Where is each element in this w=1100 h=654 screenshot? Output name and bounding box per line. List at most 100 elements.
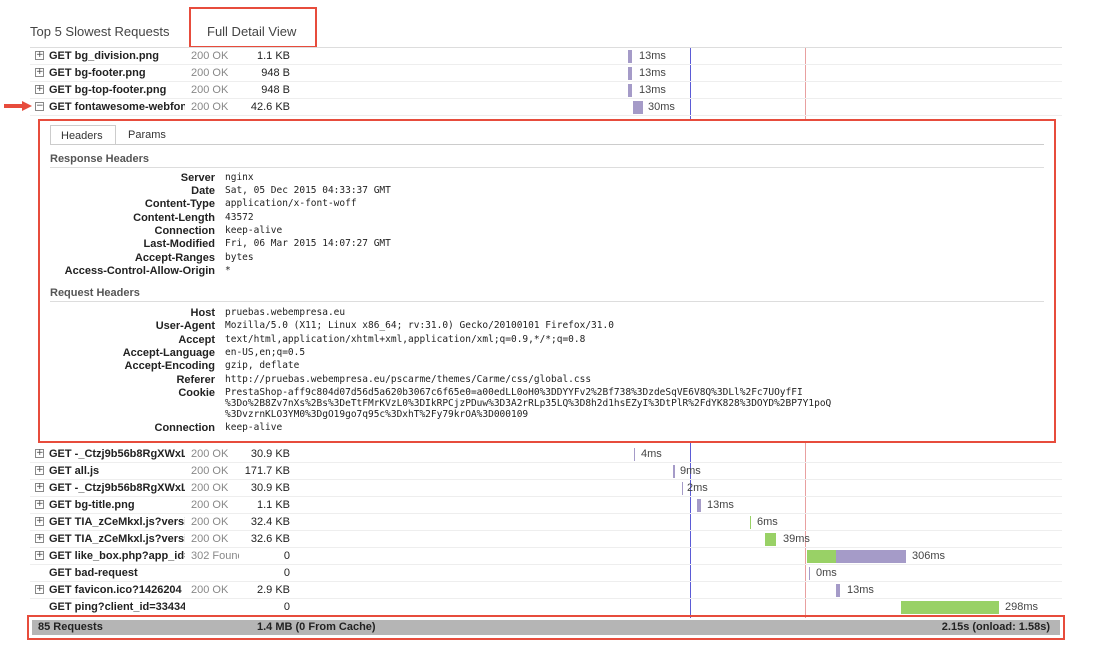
- header-name: Last-Modified: [143, 238, 216, 250]
- request-row[interactable]: + GET bg-title.png 200 OK 1.1 KB 13ms: [30, 497, 1062, 514]
- request-row[interactable]: + GET bg-footer.png 200 OK 948 B 13ms: [30, 65, 1062, 82]
- header-name: Accept-Language: [122, 347, 215, 359]
- request-url: GET bg_division.png: [49, 50, 159, 62]
- request-url: GET all.js: [49, 465, 100, 477]
- request-status: 200 OK: [191, 584, 229, 596]
- timing-bar-receive: [836, 550, 906, 563]
- header-name: Accept-Ranges: [134, 252, 215, 264]
- timing-bar-wait: [807, 550, 836, 563]
- header-value: Sat, 05 Dec 2015 04:33:37 GMT: [225, 185, 391, 196]
- request-size: 0: [283, 550, 290, 562]
- timing-bar: [628, 67, 632, 80]
- request-url: GET fontawesome-webfont.woff: [49, 101, 185, 113]
- header-name: Date: [191, 185, 215, 197]
- expand-icon[interactable]: +: [35, 466, 44, 475]
- request-row[interactable]: + GET bg_division.png 200 OK 1.1 KB 13ms: [30, 48, 1062, 65]
- summary-bar: 85 Requests 1.4 MB (0 From Cache) 2.15s …: [27, 615, 1065, 640]
- expand-icon[interactable]: +: [35, 85, 44, 94]
- request-size: 2.9 KB: [256, 584, 290, 596]
- header-row: Accept-Encoding gzip, deflate: [50, 360, 1044, 373]
- header-value: nginx: [225, 172, 254, 183]
- request-status: 200 OK: [191, 533, 229, 545]
- header-row: Connection keep-alive: [50, 225, 1044, 238]
- request-size: 1.1 KB: [256, 50, 290, 62]
- request-url: GET TIA_zCeMkxl.js?version: [49, 516, 185, 528]
- request-time: 13ms: [639, 84, 666, 96]
- expand-icon[interactable]: +: [35, 534, 44, 543]
- request-time: 13ms: [639, 50, 666, 62]
- header-name: Access-Control-Allow-Origin: [64, 265, 215, 277]
- header-name: Accept: [178, 334, 215, 346]
- tab-top-5-slowest[interactable]: Top 5 Slowest Requests: [30, 24, 169, 39]
- request-headers-title: Request Headers: [50, 287, 140, 299]
- expand-icon[interactable]: +: [35, 449, 44, 458]
- header-value: gzip, deflate: [225, 360, 300, 371]
- request-row[interactable]: + GET -_Ctzj9b56b8RgXWxL 200 OK 30.9 KB …: [30, 446, 1062, 463]
- header-row: Date Sat, 05 Dec 2015 04:33:37 GMT: [50, 185, 1044, 198]
- request-time: 39ms: [783, 533, 810, 545]
- request-time: 13ms: [707, 499, 734, 511]
- header-value: http://pruebas.webempresa.eu/pscarme/the…: [225, 374, 592, 385]
- expand-icon[interactable]: +: [35, 51, 44, 60]
- view-tabs: Top 5 Slowest Requests Full Detail View: [0, 0, 1100, 50]
- expand-icon[interactable]: +: [35, 585, 44, 594]
- summary-bar-background: 85 Requests 1.4 MB (0 From Cache) 2.15s …: [32, 620, 1060, 635]
- request-size: 948 B: [261, 67, 290, 79]
- request-time: 0ms: [816, 567, 837, 579]
- request-size: 42.6 KB: [250, 101, 290, 113]
- request-size: 948 B: [261, 84, 290, 96]
- request-time: 30ms: [648, 101, 675, 113]
- request-url: GET ping?client_id=33434: [49, 601, 185, 613]
- total-timing: 2.15s (onload: 1.58s): [941, 621, 1050, 633]
- request-url: GET bg-title.png: [49, 499, 135, 511]
- header-value: en-US,en;q=0.5: [225, 347, 306, 358]
- header-name: Content-Length: [133, 212, 215, 224]
- request-row[interactable]: + GET favicon.ico?1426204 200 OK 2.9 KB …: [30, 582, 1062, 599]
- expand-icon[interactable]: +: [35, 68, 44, 77]
- request-size: 0: [283, 567, 290, 579]
- pointer-arrow-icon: [4, 101, 32, 111]
- header-row: Server nginx: [50, 172, 1044, 185]
- timing-bar: [901, 601, 999, 614]
- header-row: Referer http://pruebas.webempresa.eu/psca…: [50, 374, 1044, 387]
- timing-bar: [628, 84, 632, 97]
- collapse-icon[interactable]: −: [35, 102, 44, 111]
- header-name: Accept-Encoding: [124, 360, 215, 372]
- request-url: GET bad-request: [49, 567, 138, 579]
- request-url: GET bg-top-footer.png: [49, 84, 167, 96]
- request-row[interactable]: GET bad-request 0 0ms: [30, 565, 1062, 582]
- request-time: 6ms: [757, 516, 778, 528]
- request-row-expanded[interactable]: − GET fontawesome-webfont.woff 200 OK 42…: [30, 99, 1062, 116]
- request-url: GET -_Ctzj9b56b8RgXWxL: [49, 482, 185, 494]
- request-size: 1.1 KB: [256, 499, 290, 511]
- expand-icon[interactable]: +: [35, 517, 44, 526]
- request-url: GET bg-footer.png: [49, 67, 146, 79]
- request-row[interactable]: + GET -_Ctzj9b56b8RgXWxL 200 OK 30.9 KB …: [30, 480, 1062, 497]
- header-row: Accept-Language en-US,en;q=0.5: [50, 347, 1044, 360]
- timing-bar: [809, 567, 810, 580]
- expand-icon[interactable]: +: [35, 483, 44, 492]
- request-size: 0: [283, 601, 290, 613]
- expand-icon[interactable]: +: [35, 551, 44, 560]
- request-row[interactable]: + GET like_box.php?app_id= 302 Found 0 3…: [30, 548, 1062, 565]
- header-name: Referer: [176, 374, 215, 386]
- request-row[interactable]: GET ping?client_id=33434 0 298ms: [30, 599, 1062, 616]
- request-size: 30.9 KB: [250, 448, 290, 460]
- tab-headers[interactable]: Headers: [50, 125, 116, 145]
- request-status: 200 OK: [191, 84, 229, 96]
- tab-params[interactable]: Params: [118, 125, 178, 145]
- timing-bar: [633, 101, 643, 114]
- request-status: 302 Found: [191, 550, 239, 562]
- header-value: pruebas.webempresa.eu: [225, 307, 346, 318]
- timing-bar: [836, 584, 840, 597]
- detail-tabs-divider: [50, 144, 1044, 145]
- request-row[interactable]: + GET bg-top-footer.png 200 OK 948 B 13m…: [30, 82, 1062, 99]
- timing-bar: [750, 516, 751, 529]
- request-row[interactable]: + GET TIA_zCeMkxl.js?version 200 OK 32.6…: [30, 531, 1062, 548]
- request-row[interactable]: + GET TIA_zCeMkxl.js?version 200 OK 32.4…: [30, 514, 1062, 531]
- expand-icon[interactable]: +: [35, 500, 44, 509]
- request-row[interactable]: + GET all.js 200 OK 171.7 KB 9ms: [30, 463, 1062, 480]
- header-value: %3DvzrnKLO3YM0%3DgO19go7q95c%3DxhT%2Fy79…: [225, 409, 529, 420]
- header-value: %3Do%2B8Zv7nXs%2Bs%3DeTtFMrKVzL0%3DIkRPC…: [225, 398, 832, 409]
- tab-full-detail-view[interactable]: Full Detail View: [207, 24, 296, 39]
